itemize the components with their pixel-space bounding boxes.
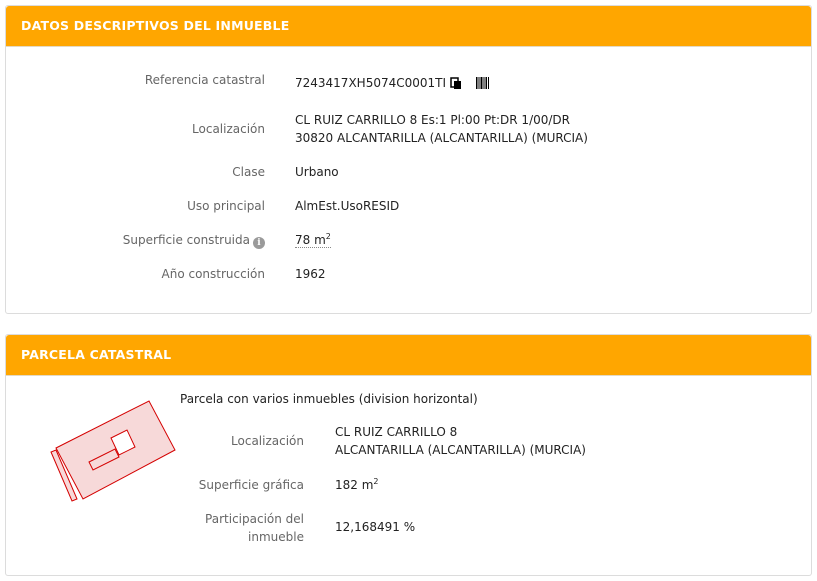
superficie-value-text: 78 m: [295, 233, 326, 247]
parcel-plot-image[interactable]: [46, 393, 181, 511]
localizacion-line2: 30820 ALCANTARILLA (ALCANTARILLA) (MURCI…: [295, 131, 588, 145]
parcela-localizacion-label: Localización: [231, 434, 304, 448]
parcela-superficie-text: 182 m: [335, 478, 374, 492]
parcela-catastral-panel: PARCELA CATASTRAL Parcela con varios inm…: [5, 334, 812, 576]
parcela-catastral-header: PARCELA CATASTRAL: [6, 335, 811, 376]
anio-value: 1962: [295, 267, 326, 281]
superficie-value-wrap: 78 m2: [295, 231, 331, 249]
superficie-label-wrap: Superficie construida i: [123, 231, 265, 249]
superficie-value[interactable]: 78 m2: [295, 233, 331, 248]
copy-icon[interactable]: [450, 77, 462, 95]
parcela-localizacion-value: CL RUIZ CARRILLO 8 ALCANTARILLA (ALCANTA…: [335, 423, 586, 459]
referencia-label: Referencia catastral: [144, 73, 265, 87]
parcela-localizacion-line2: ALCANTARILLA (ALCANTARILLA) (MURCIA): [335, 443, 586, 457]
parcela-localizacion-line1: CL RUIZ CARRILLO 8: [335, 425, 458, 439]
participacion-label-line2: inmueble: [248, 530, 304, 544]
participacion-label-line1: Participación del: [205, 512, 304, 526]
anio-label: Año construcción: [161, 267, 266, 281]
barcode-icon[interactable]: [476, 76, 490, 94]
parcela-descripcion: Parcela con varios inmuebles (division h…: [180, 392, 478, 406]
datos-descriptivos-panel: DATOS DESCRIPTIVOS DEL INMUEBLE Referenc…: [5, 5, 812, 314]
parcela-participacion-label: Participación del inmueble: [205, 510, 304, 546]
parcela-superficie-label: Superficie gráfica: [198, 478, 304, 492]
clase-value: Urbano: [295, 165, 339, 179]
parcela-superficie-value: 182 m2: [335, 476, 379, 494]
info-icon[interactable]: i: [253, 237, 265, 249]
uso-value: AlmEst.UsoRESID: [295, 199, 400, 213]
clase-label: Clase: [232, 165, 265, 179]
localizacion-value: CL RUIZ CARRILLO 8 Es:1 Pl:00 Pt:DR 1/00…: [295, 111, 588, 147]
referencia-value[interactable]: 7243417XH5074C0001TI: [295, 76, 446, 90]
uso-label: Uso principal: [187, 199, 265, 213]
referencia-value-wrap: 7243417XH5074C0001TI: [295, 74, 490, 95]
localizacion-line1: CL RUIZ CARRILLO 8 Es:1 Pl:00 Pt:DR 1/00…: [295, 113, 570, 127]
datos-descriptivos-header: DATOS DESCRIPTIVOS DEL INMUEBLE: [6, 6, 811, 47]
superficie-label: Superficie construida: [122, 233, 250, 247]
localizacion-label: Localización: [192, 122, 265, 136]
superficie-unit-sup: 2: [325, 232, 331, 241]
parcela-superficie-unit-sup: 2: [373, 477, 379, 486]
parcela-participacion-value: 12,168491 %: [335, 520, 416, 534]
